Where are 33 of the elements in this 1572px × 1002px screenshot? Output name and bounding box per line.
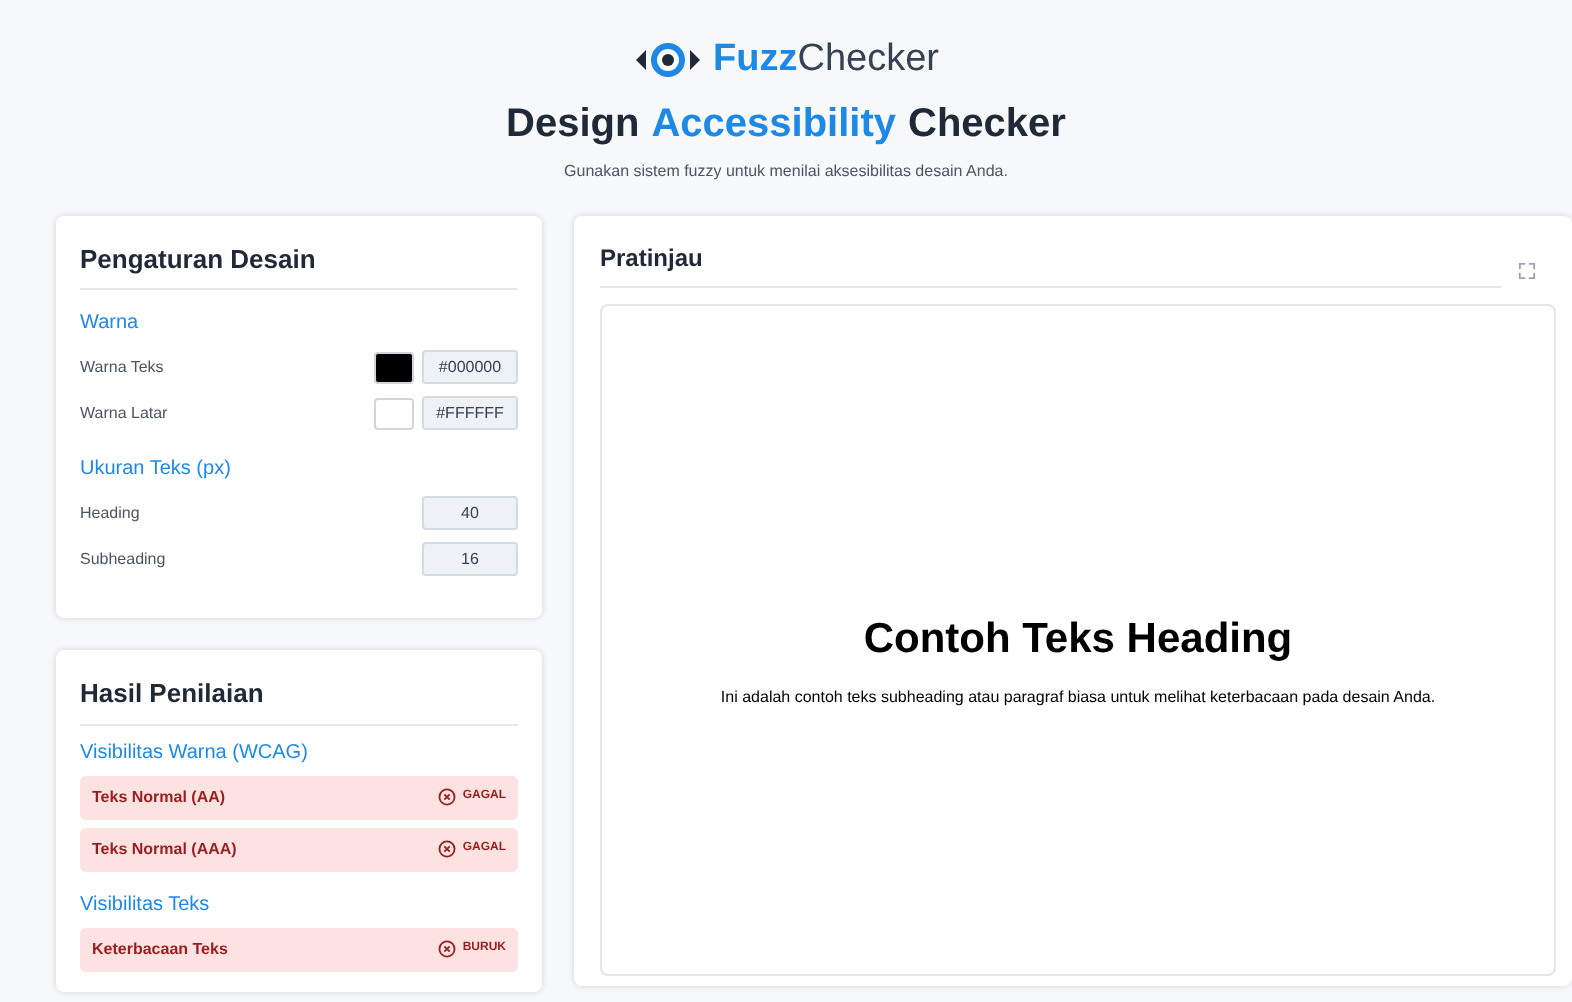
preview-heading: Contoh Teks Heading bbox=[863, 613, 1293, 666]
title-word: Checker bbox=[908, 99, 1066, 149]
field-label: Heading bbox=[80, 501, 142, 525]
section-heading: Ukuran Teks (px) bbox=[80, 456, 233, 484]
x-circle-icon bbox=[438, 788, 457, 806]
color-swatch[interactable] bbox=[374, 397, 414, 429]
result-label: Keterbacaan Teks bbox=[92, 937, 230, 961]
input-field[interactable]: 40 bbox=[422, 496, 518, 530]
field-label: Subheading bbox=[80, 547, 168, 571]
result-label: Teks Normal (AA) bbox=[92, 785, 228, 809]
color-swatch[interactable] bbox=[374, 351, 414, 383]
preview-text: Ini adalah contoh teks subheading atau paragraf biasa untuk melihat keterbacaan pada desain Anda. bbox=[720, 686, 1436, 711]
section-heading: Visibilitas Warna (WCAG) bbox=[80, 739, 310, 767]
title-word: Design bbox=[506, 99, 640, 149]
section-heading: Warna bbox=[80, 310, 141, 338]
field-label: Warna Latar bbox=[80, 401, 170, 425]
x-circle-icon bbox=[438, 840, 457, 858]
expand-icon[interactable] bbox=[1518, 261, 1536, 279]
logo-text: Fuzz bbox=[713, 38, 798, 80]
x-circle-icon bbox=[438, 940, 457, 958]
field-label: Warna Teks bbox=[80, 355, 166, 379]
card-title: Pengaturan Desain bbox=[80, 239, 518, 290]
card-title: Pratinjau bbox=[600, 239, 1502, 287]
input-field[interactable]: #FFFFFF bbox=[422, 396, 518, 430]
eye-logo-icon bbox=[633, 42, 702, 79]
input-field[interactable]: #000000 bbox=[422, 350, 518, 384]
card-title: Hasil Penilaian bbox=[80, 674, 518, 725]
input-field[interactable]: 16 bbox=[422, 542, 518, 576]
section-heading: Visibilitas Teks bbox=[80, 891, 212, 919]
logo-text: Checker bbox=[797, 38, 939, 80]
page-subtitle: Gunakan sistem fuzzy untuk menilai aksesibilitas desain Anda. bbox=[564, 159, 1008, 183]
result-label: Teks Normal (AAA) bbox=[92, 837, 239, 861]
title-word: Accessibility bbox=[651, 99, 897, 149]
